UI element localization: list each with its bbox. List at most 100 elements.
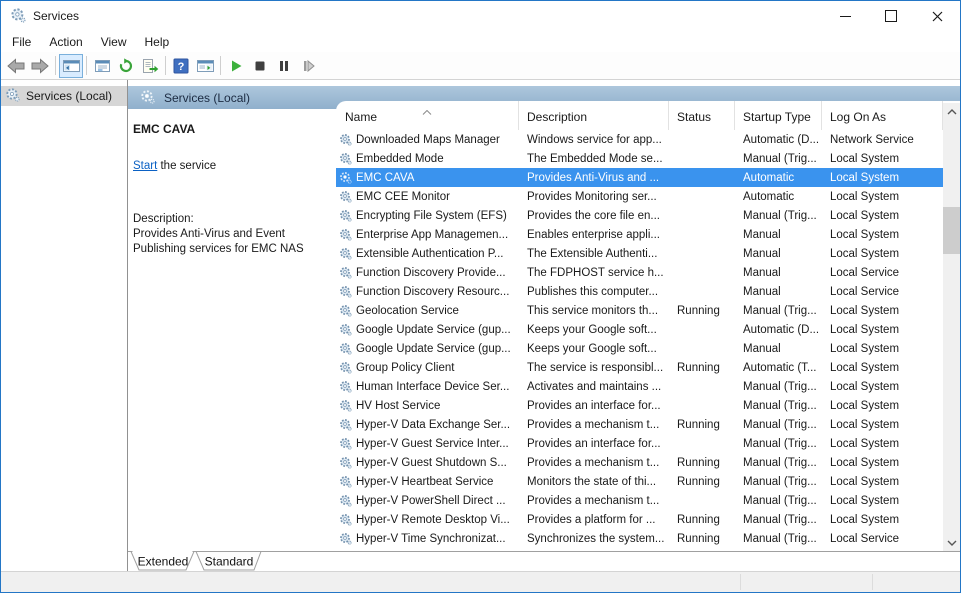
cell-startup-type: Manual [735, 225, 822, 244]
cell-log-on-as: Local System [822, 510, 943, 529]
menu-action[interactable]: Action [40, 31, 91, 52]
status-bar [1, 571, 960, 592]
cell-startup-type: Automatic [735, 187, 822, 206]
restart-service-button[interactable] [296, 54, 320, 78]
minimize-button[interactable] [822, 1, 868, 31]
cell-status [669, 130, 735, 149]
cell-status: Running [669, 415, 735, 434]
cell-startup-type: Manual (Trig... [735, 149, 822, 168]
service-description: Description: Provides Anti-Virus and Eve… [133, 212, 328, 257]
menu-view[interactable]: View [92, 31, 136, 52]
table-row[interactable]: Function Discovery Resourc...Publishes t… [336, 282, 943, 301]
back-icon [7, 58, 25, 74]
pause-service-button[interactable] [272, 54, 296, 78]
table-row[interactable]: Hyper-V Heartbeat ServiceMonitors the st… [336, 472, 943, 491]
table-row[interactable]: HV Host ServiceProvides an interface for… [336, 396, 943, 415]
table-row[interactable]: Enterprise App Managemen...Enables enter… [336, 225, 943, 244]
cell-name: Human Interface Device Ser... [336, 377, 519, 396]
table-row[interactable]: Extensible Authentication P...The Extens… [336, 244, 943, 263]
statusbar-separator [872, 574, 873, 590]
start-service-button[interactable] [224, 54, 248, 78]
table-row[interactable]: Function Discovery Provide...The FDPHOST… [336, 263, 943, 282]
refresh-button[interactable] [114, 54, 138, 78]
cell-log-on-as: Local System [822, 301, 943, 320]
cell-status [669, 244, 735, 263]
table-row[interactable]: Google Update Service (gup...Keeps your … [336, 320, 943, 339]
cell-description: Provides a platform for ... [519, 510, 669, 529]
cell-log-on-as: Local System [822, 225, 943, 244]
minimize-icon [840, 16, 851, 17]
table-row[interactable]: Group Policy ClientThe service is respon… [336, 358, 943, 377]
show-action-pane-button[interactable] [193, 54, 217, 78]
services-gear-icon [5, 87, 20, 105]
cell-log-on-as: Local System [822, 434, 943, 453]
table-row[interactable]: Geolocation ServiceThis service monitors… [336, 301, 943, 320]
cell-name: Enterprise App Managemen... [336, 225, 519, 244]
toolbar: ? [1, 52, 960, 80]
maximize-button[interactable] [868, 1, 914, 31]
properties-button[interactable] [90, 54, 114, 78]
table-row[interactable]: Google Update Service (gup...Keeps your … [336, 339, 943, 358]
table-row[interactable]: Hyper-V Guest Shutdown S...Provides a me… [336, 453, 943, 472]
show-console-tree-button[interactable] [59, 54, 83, 78]
cell-status [669, 491, 735, 510]
tab-extended-label[interactable]: Extended [138, 555, 189, 569]
table-row[interactable]: Embedded ModeThe Embedded Mode se...Manu… [336, 149, 943, 168]
service-gear-icon [339, 133, 352, 146]
restart-service-icon [300, 58, 316, 74]
cell-status [669, 206, 735, 225]
cell-status: Running [669, 301, 735, 320]
menu-file[interactable]: File [3, 31, 40, 52]
scroll-down-button[interactable] [943, 534, 960, 551]
help-button[interactable]: ? [169, 54, 193, 78]
cell-description: The FDPHOST service h... [519, 263, 669, 282]
stop-service-button[interactable] [248, 54, 272, 78]
chevron-down-icon [947, 540, 957, 546]
menu-help[interactable]: Help [136, 31, 179, 52]
forward-button[interactable] [28, 54, 52, 78]
table-row[interactable]: Hyper-V PowerShell Direct ...Provides a … [336, 491, 943, 510]
start-service-icon [228, 58, 244, 74]
column-header-name[interactable]: Name [336, 101, 519, 130]
column-header-description[interactable]: Description [519, 101, 669, 130]
table-row[interactable]: Downloaded Maps ManagerWindows service f… [336, 130, 943, 149]
tab-standard-label[interactable]: Standard [205, 555, 254, 569]
export-list-button[interactable] [138, 54, 162, 78]
table-row[interactable]: Encrypting File System (EFS)Provides the… [336, 206, 943, 225]
scrollbar-thumb[interactable] [943, 207, 960, 254]
cell-startup-type: Automatic (T... [735, 358, 822, 377]
back-button[interactable] [4, 54, 28, 78]
table-row[interactable]: Hyper-V Guest Service Inter...Provides a… [336, 434, 943, 453]
cell-description: Provides an interface for... [519, 434, 669, 453]
forward-icon [31, 58, 49, 74]
vertical-scrollbar[interactable] [943, 103, 960, 551]
table-row[interactable]: EMC CEE MonitorProvides Monitoring ser..… [336, 187, 943, 206]
window-controls [822, 1, 960, 31]
table-row[interactable]: Hyper-V Remote Desktop Vi...Provides a p… [336, 510, 943, 529]
table-row[interactable]: Human Interface Device Ser...Activates a… [336, 377, 943, 396]
cell-description: Provides Monitoring ser... [519, 187, 669, 206]
column-header-status[interactable]: Status [669, 101, 735, 130]
table-row[interactable]: EMC CAVAProvides Anti-Virus and ...Autom… [336, 168, 943, 187]
cell-startup-type: Automatic (D... [735, 130, 822, 149]
close-button[interactable] [914, 1, 960, 31]
export-list-icon [142, 58, 159, 74]
service-gear-icon [339, 456, 352, 469]
cell-startup-type: Manual (Trig... [735, 453, 822, 472]
table-row[interactable]: Hyper-V Time Synchronizat...Synchronizes… [336, 529, 943, 548]
help-icon: ? [173, 58, 189, 74]
pause-service-icon [276, 58, 292, 74]
start-service-link[interactable]: Start [133, 160, 157, 172]
table-row[interactable]: Hyper-V Data Exchange Ser...Provides a m… [336, 415, 943, 434]
tree-item-services-local[interactable]: Services (Local) [1, 86, 127, 106]
description-line: Provides Anti-Virus and Event [133, 227, 328, 242]
scroll-up-button[interactable] [943, 103, 960, 120]
cell-log-on-as: Local System [822, 187, 943, 206]
action-pane-icon [197, 58, 214, 74]
cell-description: The Embedded Mode se... [519, 149, 669, 168]
column-header-log-on-as[interactable]: Log On As [822, 101, 943, 130]
column-header-startup-type[interactable]: Startup Type [735, 101, 822, 130]
cell-startup-type: Manual (Trig... [735, 529, 822, 548]
cell-startup-type: Manual (Trig... [735, 301, 822, 320]
service-gear-icon [339, 494, 352, 507]
